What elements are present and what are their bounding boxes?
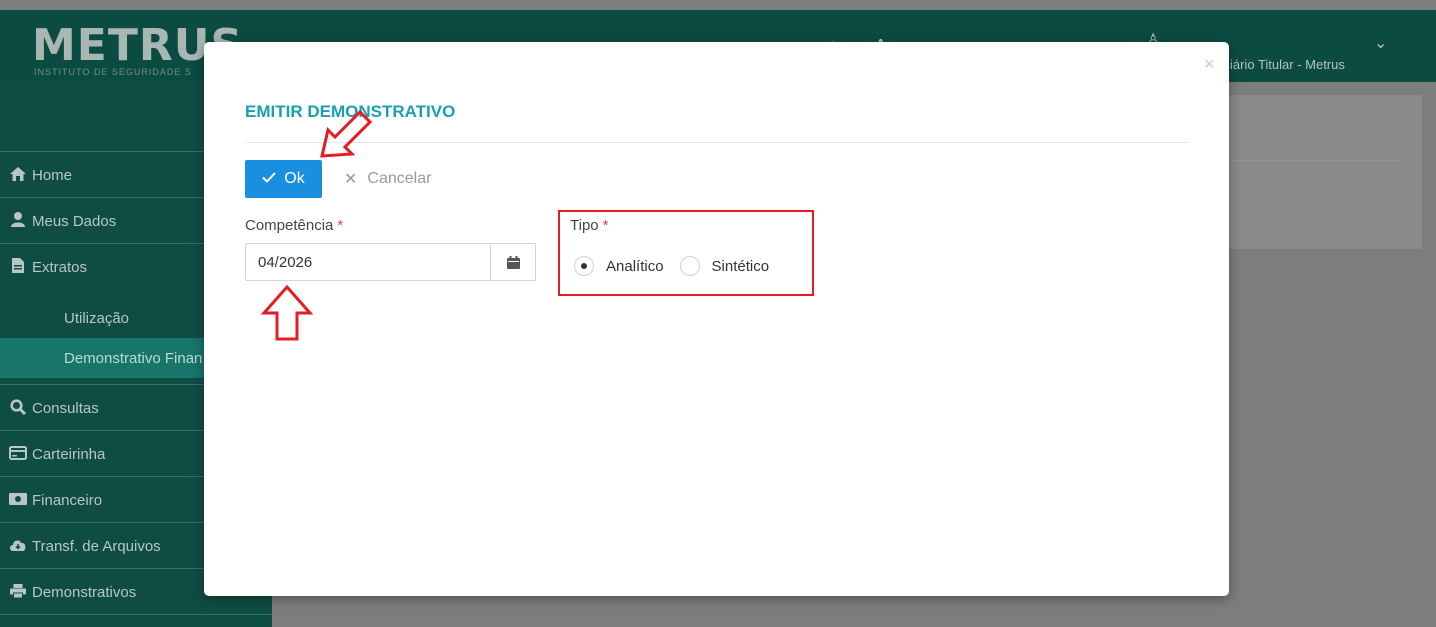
sidebar-item-label: Demonstrativo Finan <box>64 349 203 367</box>
screen: METRUS INSTITUTO DE SEGURIDADE S ◔ ★ A ○… <box>0 0 1436 627</box>
cloud-download-icon <box>8 538 28 554</box>
ok-button-label: Ok <box>284 170 305 187</box>
background-divider <box>1228 160 1400 161</box>
modal-divider <box>245 142 1189 143</box>
required-mark: * <box>337 217 344 234</box>
printer-icon <box>8 583 28 601</box>
chevron-down-icon[interactable]: ⌄ <box>1374 33 1387 53</box>
sidebar-item-label: Utilização <box>64 309 130 327</box>
search-icon <box>8 398 28 418</box>
cancel-button-label: Cancelar <box>367 170 432 187</box>
card-icon <box>8 445 28 463</box>
ok-button[interactable]: Ok <box>245 160 322 198</box>
calendar-icon[interactable] <box>490 244 536 280</box>
background-panel <box>1228 95 1422 249</box>
sidebar-item-label: Carteirinha <box>32 445 106 463</box>
sidebar-item-label: Consultas <box>32 399 99 417</box>
competencia-label: Competência * <box>245 217 343 234</box>
sidebar-divider <box>0 614 272 627</box>
competencia-input[interactable] <box>246 244 490 280</box>
annotation-arrow-up-icon <box>260 284 314 341</box>
sidebar-item-label: Demonstrativos <box>32 583 137 601</box>
sidebar-item-label: Home <box>32 166 73 184</box>
annotation-arrow-down-left-icon <box>320 109 373 158</box>
sidebar-item-label: Transf. de Arquivos <box>32 537 161 555</box>
document-icon <box>8 258 28 276</box>
close-icon: ✕ <box>344 171 358 188</box>
competencia-label-text: Competência <box>245 217 334 234</box>
competencia-field <box>245 243 536 281</box>
close-icon[interactable]: × <box>1204 54 1215 75</box>
user-name[interactable]: iário Titular - Metrus <box>1230 57 1345 72</box>
user-icon <box>8 212 28 230</box>
home-icon <box>8 166 28 184</box>
sidebar-item-label: Extratos <box>32 258 88 276</box>
annotation-highlight-box <box>558 210 814 296</box>
logo-subtitle: INSTITUTO DE SEGURIDADE S <box>34 67 192 77</box>
money-icon <box>8 492 28 508</box>
check-icon <box>262 170 276 188</box>
sidebar-item-label: Meus Dados <box>32 212 117 230</box>
sidebar-item-label: Financeiro <box>32 491 103 509</box>
cancel-button[interactable]: ✕ Cancelar <box>344 160 431 198</box>
